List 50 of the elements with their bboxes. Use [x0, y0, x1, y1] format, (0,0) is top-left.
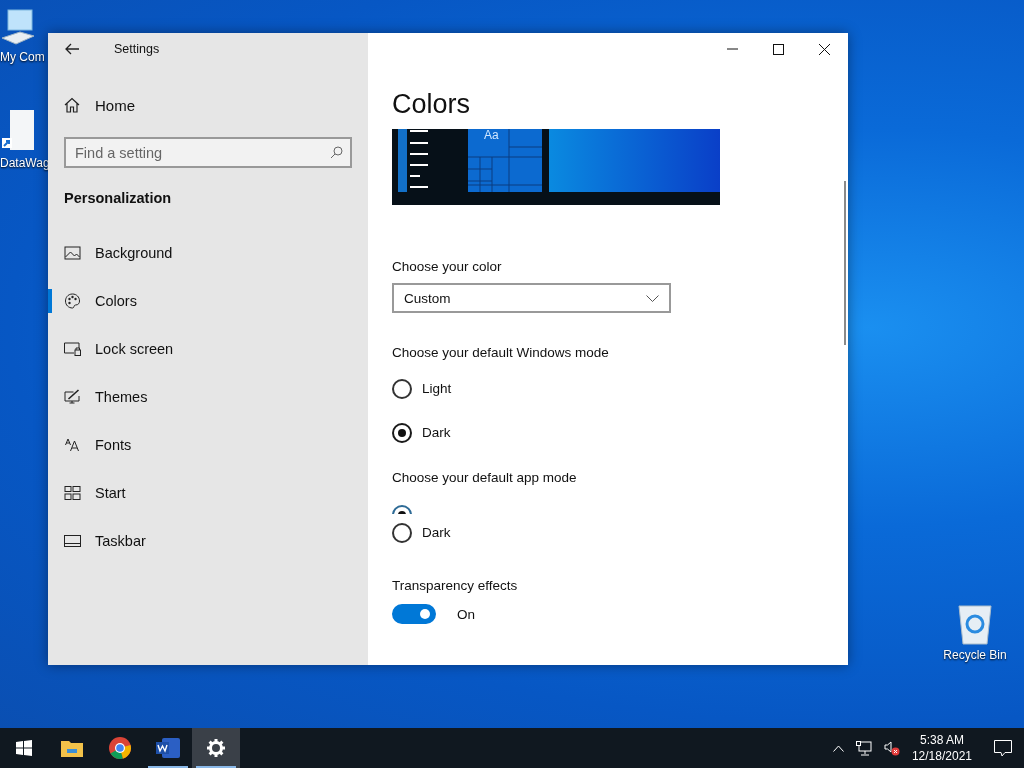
- chevron-up-icon[interactable]: [832, 744, 844, 752]
- radio-option[interactable]: Dark: [392, 517, 848, 548]
- nav-item[interactable]: Taskbar: [48, 517, 368, 565]
- group-label: Choose your default app mode: [392, 470, 578, 485]
- taskbar-button[interactable]: [192, 728, 240, 768]
- brush-monitor-icon: [64, 389, 81, 405]
- folder-icon: [61, 739, 83, 757]
- browser-icon: [109, 737, 131, 759]
- word-processor-icon: [156, 737, 180, 759]
- nav-item[interactable]: Background: [48, 229, 368, 277]
- desktop-icon-label[interactable]: Recycle Bin: [943, 648, 1007, 662]
- recycle-bin-icon: [955, 602, 995, 646]
- toggle-state: On: [457, 606, 475, 622]
- search-field[interactable]: Find a setting: [64, 137, 352, 168]
- setting-label: Transparency effects: [392, 578, 519, 593]
- home-icon: [64, 97, 80, 113]
- windows-logo-icon: [16, 740, 32, 756]
- chevron-down-icon: [646, 294, 659, 302]
- nav-item[interactable]: Lock screen: [48, 325, 368, 373]
- palette-icon: [64, 293, 81, 309]
- notifications-icon[interactable]: [994, 739, 1012, 757]
- radio-option[interactable]: Light: [392, 373, 848, 404]
- nav-item[interactable]: Fonts: [48, 421, 368, 469]
- group-label: Choose your default Windows mode: [392, 345, 610, 360]
- desktop-icon-label[interactable]: My Com: [0, 50, 45, 64]
- fonts-icon: [64, 438, 81, 452]
- tiles-icon: [64, 486, 81, 500]
- window-title: Settings: [114, 42, 160, 56]
- page-heading: Colors: [392, 89, 472, 121]
- search-icon: [330, 146, 343, 159]
- toggle-switch[interactable]: [392, 604, 436, 624]
- close-icon[interactable]: [819, 43, 830, 55]
- picture-icon: [64, 246, 81, 260]
- settings-icon: [207, 739, 225, 757]
- section-heading: Personalization: [63, 190, 173, 206]
- scrollbar[interactable]: [844, 181, 846, 345]
- back-arrow-icon[interactable]: [65, 43, 79, 55]
- field-label: Choose your color: [392, 259, 503, 274]
- muted-speaker-icon[interactable]: [883, 740, 900, 756]
- taskbar-icon: [64, 535, 81, 547]
- color-dropdown[interactable]: Custom: [392, 283, 671, 313]
- sample-text: Aa: [484, 129, 499, 142]
- lock-screen-icon: [64, 342, 81, 356]
- maximize-icon[interactable]: [773, 43, 784, 55]
- nav-item[interactable]: Themes: [48, 373, 368, 421]
- radio-option[interactable]: Dark: [392, 417, 848, 448]
- nav-item[interactable]: Start: [48, 469, 368, 517]
- network-icon[interactable]: [855, 740, 872, 756]
- clock[interactable]: 5:38 AM 12/18/2021: [911, 732, 972, 764]
- home-link[interactable]: Home: [48, 93, 368, 117]
